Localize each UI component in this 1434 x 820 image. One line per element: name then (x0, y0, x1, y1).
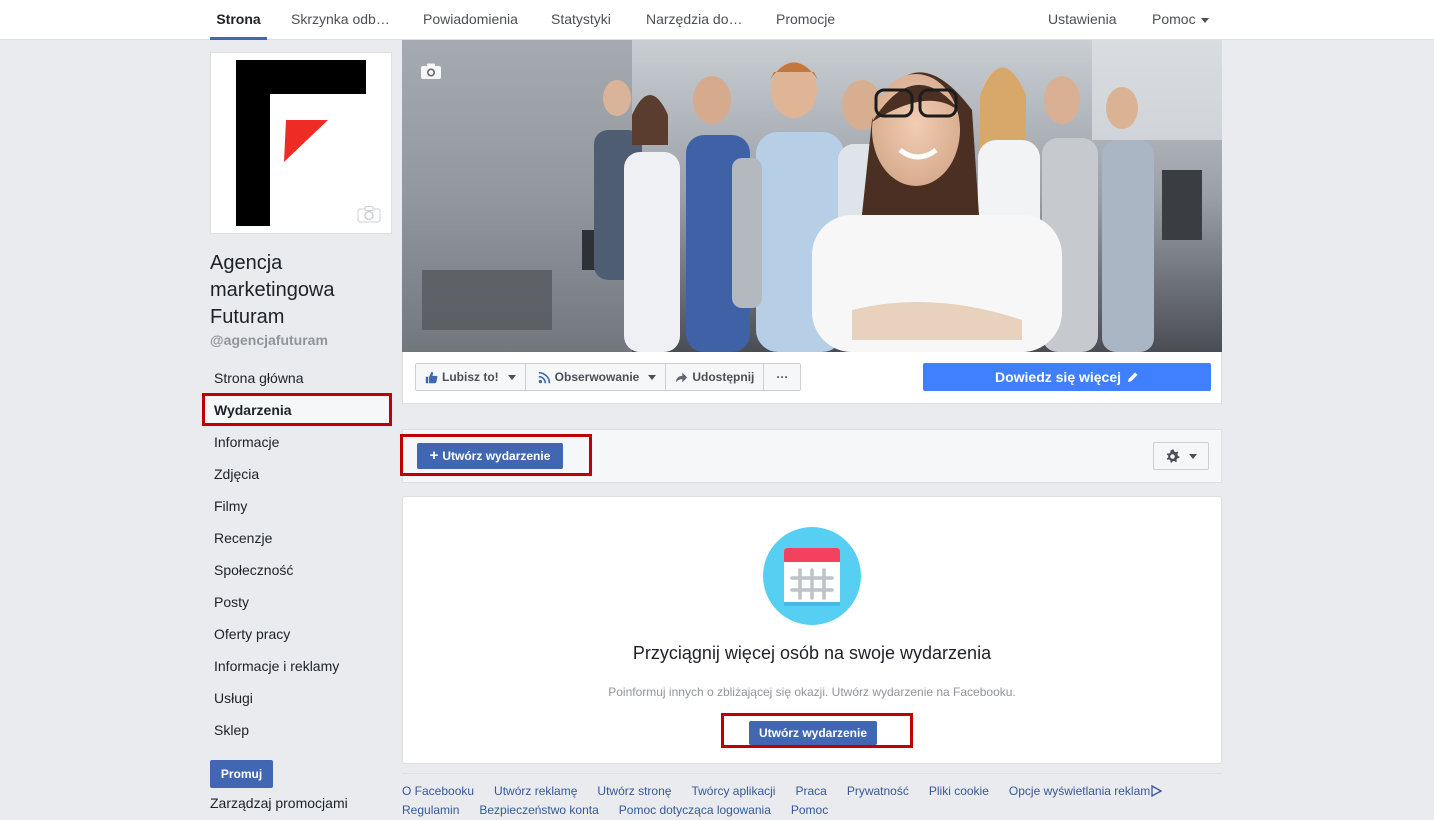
settings-link[interactable]: Ustawienia (1048, 0, 1116, 40)
footer-link-developers[interactable]: Twórcy aplikacji (691, 784, 775, 803)
camera-icon[interactable] (357, 205, 381, 223)
follow-label: Obserwowanie (554, 370, 640, 384)
cover-photo[interactable] (402, 40, 1222, 352)
plus-icon: + (429, 447, 439, 464)
footer: O Facebooku Utwórz reklamę Utwórz stronę… (402, 773, 1222, 820)
more-options-button[interactable]: ··· (764, 364, 800, 390)
caret-down-icon (507, 374, 516, 380)
caret-down-icon (1189, 453, 1197, 459)
like-button[interactable]: Lubisz to! (416, 364, 526, 390)
tab-notifications[interactable]: Powiadomienia (423, 0, 518, 40)
promote-button[interactable]: Promuj (210, 760, 273, 788)
help-label: Pomoc (1152, 11, 1196, 27)
tab-promotions[interactable]: Promocje (776, 0, 835, 40)
tab-page[interactable]: Strona (210, 0, 267, 40)
footer-link-cookies[interactable]: Pliki cookie (929, 784, 989, 803)
footer-link-careers[interactable]: Praca (795, 784, 826, 803)
sidebar-item-about[interactable]: Informacje (202, 426, 392, 458)
page-name: Agencja marketingowa Futuram (210, 252, 335, 328)
page-action-bar: Lubisz to! Obserwowanie Udostępnij ··· D… (402, 352, 1222, 404)
empty-state-title: Przyciągnij więcej osób na swoje wydarze… (632, 643, 992, 663)
thumbs-up-icon (425, 371, 438, 383)
learn-more-button[interactable]: Dowiedz się więcej (923, 363, 1211, 391)
footer-link-privacy[interactable]: Prywatność (847, 784, 909, 803)
like-label: Lubisz to! (442, 370, 499, 384)
rss-icon (538, 371, 550, 383)
follow-button[interactable]: Obserwowanie (526, 364, 667, 390)
sidebar-item-events[interactable]: Wydarzenia (202, 394, 392, 426)
sidebar-item-videos[interactable]: Filmy (202, 490, 392, 522)
camera-icon[interactable] (420, 62, 442, 80)
events-toolbar: + Utwórz wydarzenie (402, 429, 1222, 483)
footer-link-ad-choices[interactable]: Opcje wyświetlania reklam (1008, 784, 1163, 803)
ad-choices-label: Opcje wyświetlania reklam (1008, 784, 1151, 798)
empty-state-subtitle: Poinformuj innych o zbliżającej się okaz… (608, 685, 1016, 699)
futuram-logo (236, 60, 366, 226)
footer-link-create-page[interactable]: Utwórz stronę (597, 784, 671, 803)
sidebar-item-posts[interactable]: Posty (202, 586, 392, 618)
footer-links-row: Regulamin Bezpieczeństwo konta Pomoc dot… (402, 803, 1222, 820)
tab-publishing-tools[interactable]: Narzędzia do… (646, 0, 743, 40)
sidebar-item-services[interactable]: Usługi (202, 682, 392, 714)
footer-link-create-ad[interactable]: Utwórz reklamę (494, 784, 577, 803)
caret-down-icon (1200, 17, 1209, 23)
sidebar-item-info-and-ads[interactable]: Informacje i reklamy (202, 650, 392, 682)
footer-link-terms[interactable]: Regulamin (402, 803, 459, 820)
calendar-icon (763, 527, 861, 625)
footer-link-login-help[interactable]: Pomoc dotycząca logowania (619, 803, 771, 820)
events-empty-state: Przyciągnij więcej osób na swoje wydarze… (402, 496, 1222, 764)
tab-inbox[interactable]: Skrzynka odb… (291, 0, 390, 40)
share-arrow-icon (676, 372, 688, 382)
learn-more-label: Dowiedz się więcej (994, 369, 1122, 385)
footer-links-row: O Facebooku Utwórz reklamę Utwórz stronę… (402, 784, 1222, 803)
create-event-secondary-button[interactable]: Utwórz wydarzenie (749, 721, 877, 745)
page-sidebar-nav: Strona główna Wydarzenia Informacje Zdję… (202, 362, 392, 746)
sidebar-item-community[interactable]: Społeczność (202, 554, 392, 586)
sidebar-item-reviews[interactable]: Recenzje (202, 522, 392, 554)
cover-image (402, 40, 1222, 352)
sidebar-item-shop[interactable]: Sklep (202, 714, 392, 746)
footer-link-account-security[interactable]: Bezpieczeństwo konta (479, 803, 598, 820)
caret-down-icon (648, 374, 657, 380)
help-menu[interactable]: Pomoc (1152, 0, 1209, 40)
sidebar-item-jobs[interactable]: Oferty pracy (202, 618, 392, 650)
events-settings-button[interactable] (1153, 442, 1209, 470)
create-event-label: Utwórz wydarzenie (442, 449, 551, 463)
page-handle[interactable]: @agencjafuturam (210, 332, 328, 348)
footer-link-help[interactable]: Pomoc (791, 803, 828, 820)
tab-insights[interactable]: Statystyki (551, 0, 611, 40)
pencil-icon (1128, 372, 1138, 382)
page-action-buttons: Lubisz to! Obserwowanie Udostępnij ··· (415, 363, 802, 391)
sidebar-item-photos[interactable]: Zdjęcia (202, 458, 392, 490)
sidebar-item-home[interactable]: Strona główna (202, 362, 392, 394)
ad-choices-icon (1151, 784, 1163, 798)
manage-promotions-link[interactable]: Zarządzaj promocjami (210, 795, 348, 811)
footer-link-about[interactable]: O Facebooku (402, 784, 474, 803)
profile-picture[interactable] (210, 52, 392, 234)
top-navigation: Strona Skrzynka odb… Powiadomienia Staty… (0, 0, 1434, 40)
gear-icon (1166, 448, 1180, 463)
create-event-button[interactable]: + Utwórz wydarzenie (417, 443, 563, 469)
share-label: Udostępnij (692, 370, 755, 384)
share-button[interactable]: Udostępnij (666, 364, 765, 390)
